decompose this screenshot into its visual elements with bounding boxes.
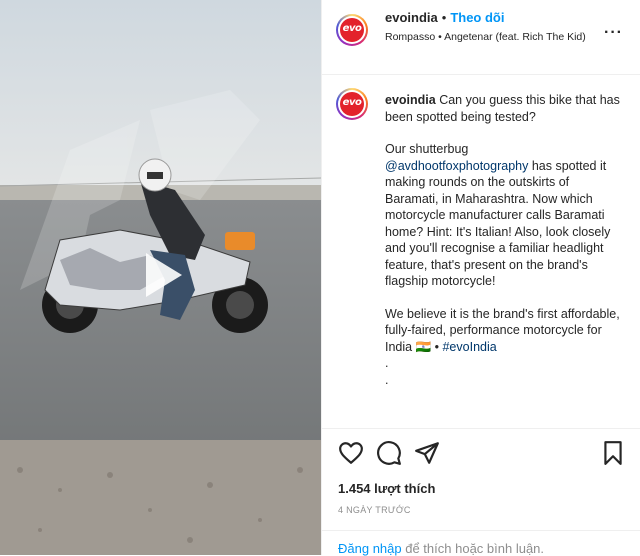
share-icon[interactable] — [414, 440, 440, 466]
more-options-icon[interactable]: ··· — [604, 24, 623, 42]
caption-text: We believe it is the brand's first affor… — [385, 306, 620, 354]
bookmark-icon[interactable] — [600, 440, 626, 466]
avatar-logo: evo — [340, 92, 364, 116]
login-prompt-text: để thích hoặc bình luận. — [401, 541, 545, 556]
header-separator: • — [441, 10, 447, 25]
hashtag-link[interactable]: #evoIndia — [442, 340, 496, 354]
post-header: evoindia • Theo dõi — [385, 10, 504, 25]
post-caption: evoindia Can you guess this bike that ha… — [385, 92, 625, 388]
caption-text: has spotted it making rounds on the outs… — [385, 158, 611, 289]
author-username[interactable]: evoindia — [385, 10, 438, 25]
mention-link[interactable]: @avdhootfoxphotography — [385, 159, 528, 173]
audio-track-link[interactable]: Rompasso • Angetenar (feat. Rich The Kid… — [385, 30, 595, 44]
caption-dot: . — [385, 356, 389, 370]
post-timestamp[interactable]: 4 NGÀY TRƯỚC — [338, 505, 411, 515]
heart-icon[interactable] — [338, 440, 364, 466]
action-bar — [338, 440, 628, 466]
post-video[interactable] — [0, 0, 321, 555]
follow-button[interactable]: Theo dõi — [450, 10, 504, 25]
divider — [322, 74, 640, 75]
post-details-panel: evo evoindia • Theo dõi Rompasso • Angeten… — [321, 0, 640, 556]
caption-dot: . — [385, 372, 389, 387]
divider — [322, 428, 640, 429]
avatar-logo: evo — [340, 18, 364, 42]
caption-avatar[interactable]: evo — [336, 88, 368, 120]
caption-text: Our shutterbug — [385, 142, 469, 156]
like-count[interactable]: 1.454 lượt thích — [338, 481, 435, 496]
comment-icon[interactable] — [376, 440, 402, 466]
divider — [322, 530, 640, 531]
author-avatar[interactable]: evo — [336, 14, 368, 46]
caption-username[interactable]: evoindia — [385, 93, 436, 107]
play-icon[interactable] — [128, 243, 192, 307]
login-link[interactable]: Đăng nhập — [338, 541, 402, 556]
login-prompt: Đăng nhập để thích hoặc bình luận. — [338, 541, 544, 556]
